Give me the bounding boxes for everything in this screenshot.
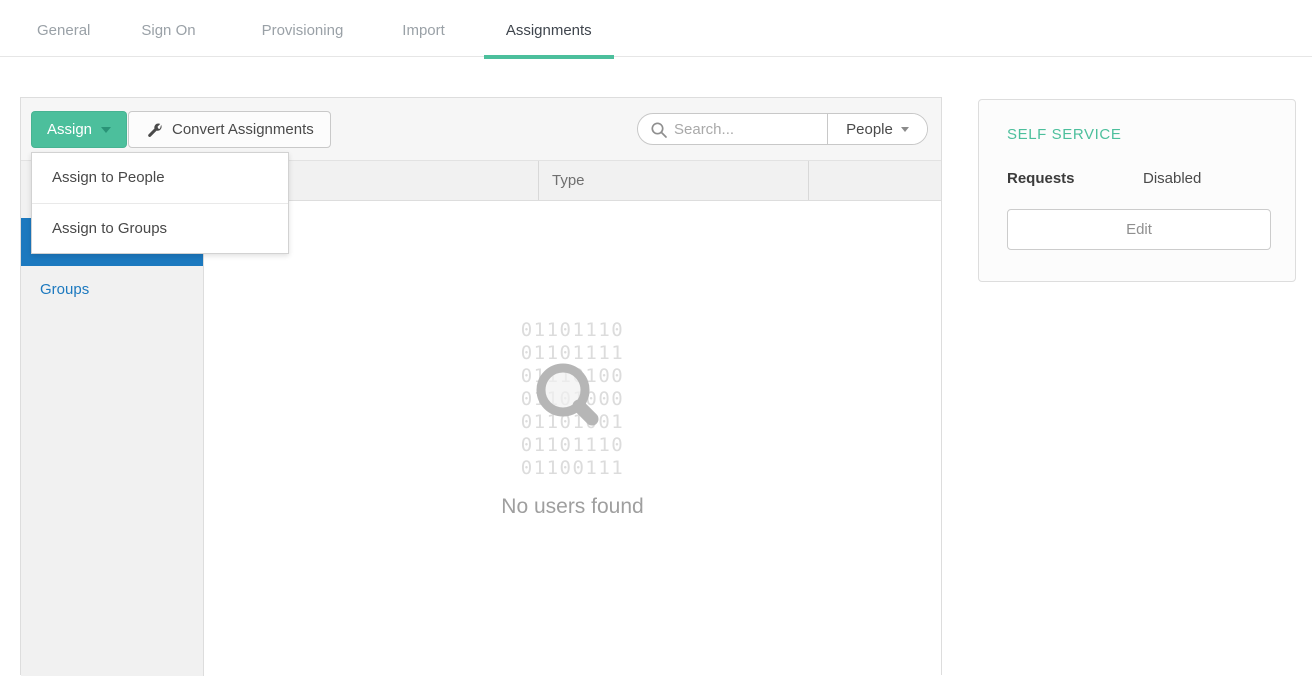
- assign-dropdown-menu: Assign to People Assign to Groups: [31, 152, 289, 254]
- menu-item-assign-to-groups[interactable]: Assign to Groups: [32, 203, 288, 253]
- search-scope-value: People: [846, 121, 893, 138]
- self-service-panel: SELF SERVICE Requests Disabled Edit: [978, 99, 1296, 282]
- binary-row: 01101110: [204, 319, 941, 342]
- chevron-down-icon: [901, 127, 909, 132]
- edit-button[interactable]: Edit: [1007, 209, 1271, 250]
- assignments-panel: Assign Convert Assignments People: [20, 97, 942, 675]
- convert-assignments-button[interactable]: Convert Assignments: [128, 111, 331, 148]
- table-header-type: Type: [538, 161, 808, 200]
- requests-status-value: Disabled: [1143, 170, 1201, 187]
- search-pill: People: [637, 113, 928, 145]
- requests-label: Requests: [1007, 170, 1143, 187]
- menu-item-assign-to-people[interactable]: Assign to People: [32, 153, 288, 203]
- binary-row: 01101110: [204, 434, 941, 457]
- assignments-table: Type 01101110 01101111 01110100 01101000…: [204, 161, 941, 676]
- empty-state-message: No users found: [204, 495, 941, 519]
- search-icon: [650, 121, 668, 139]
- tab-provisioning[interactable]: Provisioning: [240, 20, 366, 57]
- table-header-row: Type: [204, 161, 941, 201]
- assign-button[interactable]: Assign: [31, 111, 127, 148]
- empty-state: 01101110 01101111 01110100 01101000 0110…: [204, 201, 941, 676]
- tab-import[interactable]: Import: [380, 20, 467, 57]
- search-box: [638, 114, 827, 144]
- tab-general[interactable]: General: [15, 20, 112, 57]
- binary-row: 01100111: [204, 457, 941, 480]
- tab-assignments[interactable]: Assignments: [484, 20, 614, 57]
- chevron-down-icon: [101, 127, 111, 133]
- sidebar-item-groups[interactable]: Groups: [21, 266, 203, 314]
- requests-row: Requests Disabled: [1007, 170, 1271, 187]
- assignments-toolbar: Assign Convert Assignments People: [21, 98, 941, 161]
- convert-assignments-label: Convert Assignments: [172, 121, 314, 138]
- search-scope-select[interactable]: People: [827, 114, 927, 144]
- self-service-title: SELF SERVICE: [1007, 126, 1271, 143]
- table-header-actions: [808, 161, 941, 200]
- wrench-icon: [145, 121, 163, 139]
- app-tabs: General Sign On Provisioning Import Assi…: [0, 20, 1312, 57]
- magnifier-icon: [526, 353, 608, 435]
- tab-sign-on[interactable]: Sign On: [119, 20, 217, 57]
- assign-button-label: Assign: [47, 121, 92, 138]
